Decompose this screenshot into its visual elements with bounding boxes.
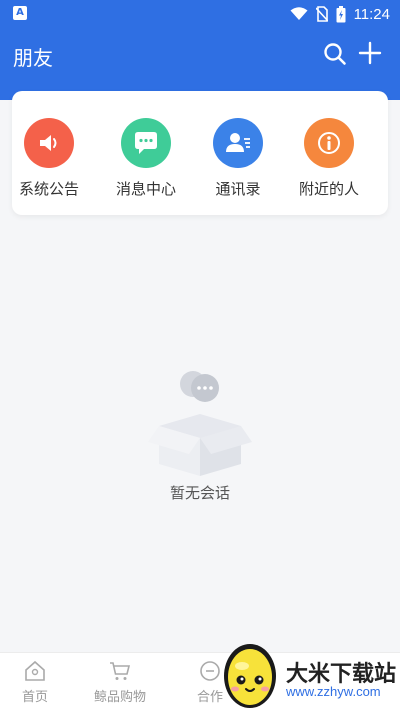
contacts-icon: [213, 118, 263, 168]
info-icon: [304, 118, 354, 168]
empty-box-icon: [148, 371, 252, 476]
quick-action-nearby[interactable]: 附近的人: [289, 115, 369, 205]
status-app-icon: A: [13, 6, 27, 20]
watermark: 大米下载站 www.zzhyw.com: [218, 636, 400, 710]
quick-action-label: 通讯录: [215, 180, 261, 198]
cart-icon: [110, 662, 131, 680]
wifi-icon: [290, 7, 308, 20]
no-sim-icon: [315, 6, 328, 22]
status-time: 11:24: [353, 5, 390, 23]
quick-action-label: 系统公告: [18, 180, 79, 198]
quick-action-label: 消息中心: [115, 180, 176, 198]
status-icons: 11:24: [290, 4, 390, 24]
tab-label: 鲸品购物: [93, 690, 146, 705]
quick-action-messages[interactable]: 消息中心: [106, 115, 186, 205]
battery-charging-icon: [336, 5, 346, 22]
empty-state: 暂无会话: [0, 360, 400, 510]
message-icon: [121, 118, 171, 168]
status-bar: A 11:24: [0, 0, 400, 28]
watermark-url: www.zzhyw.com: [286, 684, 381, 699]
tab-home[interactable]: 首页: [0, 659, 75, 707]
tab-shopping[interactable]: 鲸品购物: [80, 659, 160, 707]
speaker-icon: [24, 118, 74, 168]
search-icon[interactable]: [322, 41, 348, 67]
add-icon[interactable]: [357, 40, 383, 66]
quick-actions-card: 系统公告 消息中心 通讯录 附近的人: [12, 91, 388, 215]
quick-action-contacts[interactable]: 通讯录: [198, 115, 278, 205]
quick-action-announcement[interactable]: 系统公告: [9, 115, 89, 205]
tab-label: 首页: [21, 690, 48, 705]
empty-state-text: 暂无会话: [169, 484, 230, 502]
page-title: 朋友: [13, 46, 53, 70]
app-header: 朋友: [0, 28, 400, 100]
egg-mascot-icon: [224, 644, 276, 708]
home-icon: [25, 660, 45, 681]
quick-action-label: 附近的人: [298, 180, 359, 198]
